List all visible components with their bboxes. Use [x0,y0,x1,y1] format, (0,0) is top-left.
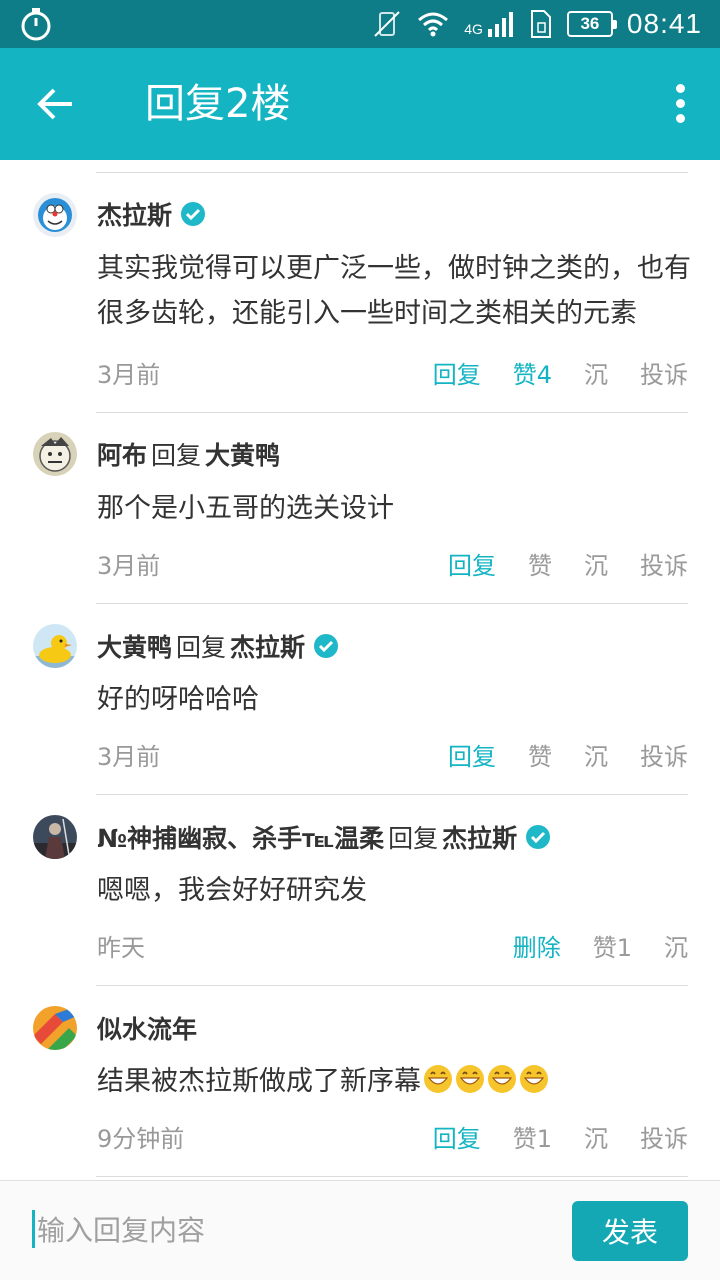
reply-button[interactable]: 回复 [448,546,496,581]
comment-text-body: 结果被杰拉斯做成了新序幕 [97,1066,421,1097]
reply-label: 回复 [388,824,439,853]
verified-badge-icon [526,825,551,849]
back-arrow-icon[interactable] [30,80,78,128]
divider [96,1176,688,1177]
divider [96,172,688,173]
report-button[interactable]: 投诉 [640,1119,688,1154]
like-button[interactable]: 赞4 [513,355,552,390]
sink-button[interactable]: 沉 [584,355,608,390]
comment-meta: 3月前 回复 赞 沉 投诉 [97,543,688,583]
comment-meta: 昨天 删除 赞1 沉 [97,925,688,965]
app-bar: 回复2楼 [0,48,720,160]
reply-input[interactable]: 输入回复内容 [32,1207,532,1251]
reply-button[interactable]: 回复 [433,355,481,390]
delete-button[interactable]: 删除 [513,928,561,963]
report-button[interactable]: 投诉 [640,355,688,390]
signal-icon [487,12,513,37]
comment-time: 3月前 [97,742,161,771]
sketch-avatar-icon [33,432,77,476]
like-button[interactable]: 赞 [528,546,552,581]
comment-text: 嗯嗯，我会好好研究发 [97,875,367,906]
author-name[interactable]: 大黄鸭 [97,628,172,664]
comment-time: 3月前 [97,551,161,580]
vibrate-off-icon [374,11,400,37]
like-button[interactable]: 赞1 [513,1119,552,1154]
divider [96,603,688,604]
author-name[interactable]: 杰拉斯 [97,196,172,232]
doraemon-avatar-icon [33,193,77,237]
author-name[interactable]: 似水流年 [97,1010,197,1046]
sim-icon [530,10,551,38]
comment-text: 好的呀哈哈哈 [97,684,259,715]
reply-label: 回复 [151,441,202,470]
text-caret [32,1210,35,1248]
like-button[interactable]: 赞 [528,737,552,772]
reply-button[interactable]: 回复 [433,1119,481,1154]
grinning-face-emoji-icon [488,1065,516,1093]
network-type: 4G [464,21,483,37]
avatar[interactable] [33,193,77,237]
verified-badge-icon [314,634,339,658]
comment-header: 杰拉斯 [97,194,206,234]
comment-meta: 9分钟前 回复 赞1 沉 投诉 [97,1116,688,1156]
report-button[interactable]: 投诉 [640,737,688,772]
grinning-face-emoji-icon [520,1065,548,1093]
reply-target-name[interactable]: 杰拉斯 [230,628,305,664]
divider [96,794,688,795]
author-name[interactable]: №神捕幽寂、杀手℡温柔 [97,819,384,855]
reply-target-name[interactable]: 大黄鸭 [205,436,280,472]
grinning-face-emoji-icon [456,1065,484,1093]
status-bar: 4G 36 08:41 [0,0,720,48]
stopwatch-icon [21,8,51,41]
battery-indicator: 36 [566,11,617,37]
reply-input-bar: 输入回复内容 发表 [0,1180,720,1280]
grinning-face-emoji-icon [424,1065,452,1093]
comment-time: 3月前 [97,360,161,389]
reply-input-placeholder: 输入回复内容 [37,1214,206,1247]
more-vertical-icon[interactable] [674,84,686,124]
rubber-duck-avatar-icon [33,624,77,668]
sink-button[interactable]: 沉 [584,737,608,772]
comment-text: 其实我觉得可以更广泛一些，做时钟之类的，也有很多齿轮，还能引入一些时间之类相关的… [97,253,691,329]
reply-target-name[interactable]: 杰拉斯 [442,819,517,855]
sink-button[interactable]: 沉 [664,928,688,963]
reply-label: 回复 [176,633,227,662]
comment-header: №神捕幽寂、杀手℡温柔 回复 杰拉斯 [97,817,551,857]
sink-button[interactable]: 沉 [584,1119,608,1154]
comment-text: 结果被杰拉斯做成了新序幕 [97,1059,692,1104]
avatar[interactable] [33,1006,77,1050]
like-button[interactable]: 赞1 [593,928,632,963]
avatar[interactable] [33,624,77,668]
comment-header: 大黄鸭 回复 杰拉斯 [97,626,339,666]
comment-meta: 3月前 回复 赞 沉 投诉 [97,734,688,774]
comment-header: 阿布 回复 大黄鸭 [97,434,280,474]
comment-header: 似水流年 [97,1008,197,1048]
comment-time: 昨天 [97,933,145,962]
divider [96,412,688,413]
author-name[interactable]: 阿布 [97,436,147,472]
verified-badge-icon [181,202,206,226]
report-button[interactable]: 投诉 [640,546,688,581]
wifi-icon [418,12,449,37]
reply-button[interactable]: 回复 [448,737,496,772]
avatar[interactable] [33,815,77,859]
divider [96,985,688,986]
colorful-logo-avatar-icon [33,1006,77,1050]
comment-meta: 3月前 回复 赞4 沉 投诉 [97,352,688,392]
avatar[interactable] [33,432,77,476]
warrior-avatar-icon [33,815,77,859]
clock: 08:41 [626,8,702,39]
send-button[interactable]: 发表 [572,1201,688,1261]
page-title: 回复2楼 [145,81,291,127]
comment-list[interactable]: 杰拉斯 其实我觉得可以更广泛一些，做时钟之类的，也有很多齿轮，还能引入一些时间之… [0,160,720,1180]
comment-text: 那个是小五哥的选关设计 [97,493,394,524]
comment-time: 9分钟前 [97,1124,185,1153]
sink-button[interactable]: 沉 [584,546,608,581]
